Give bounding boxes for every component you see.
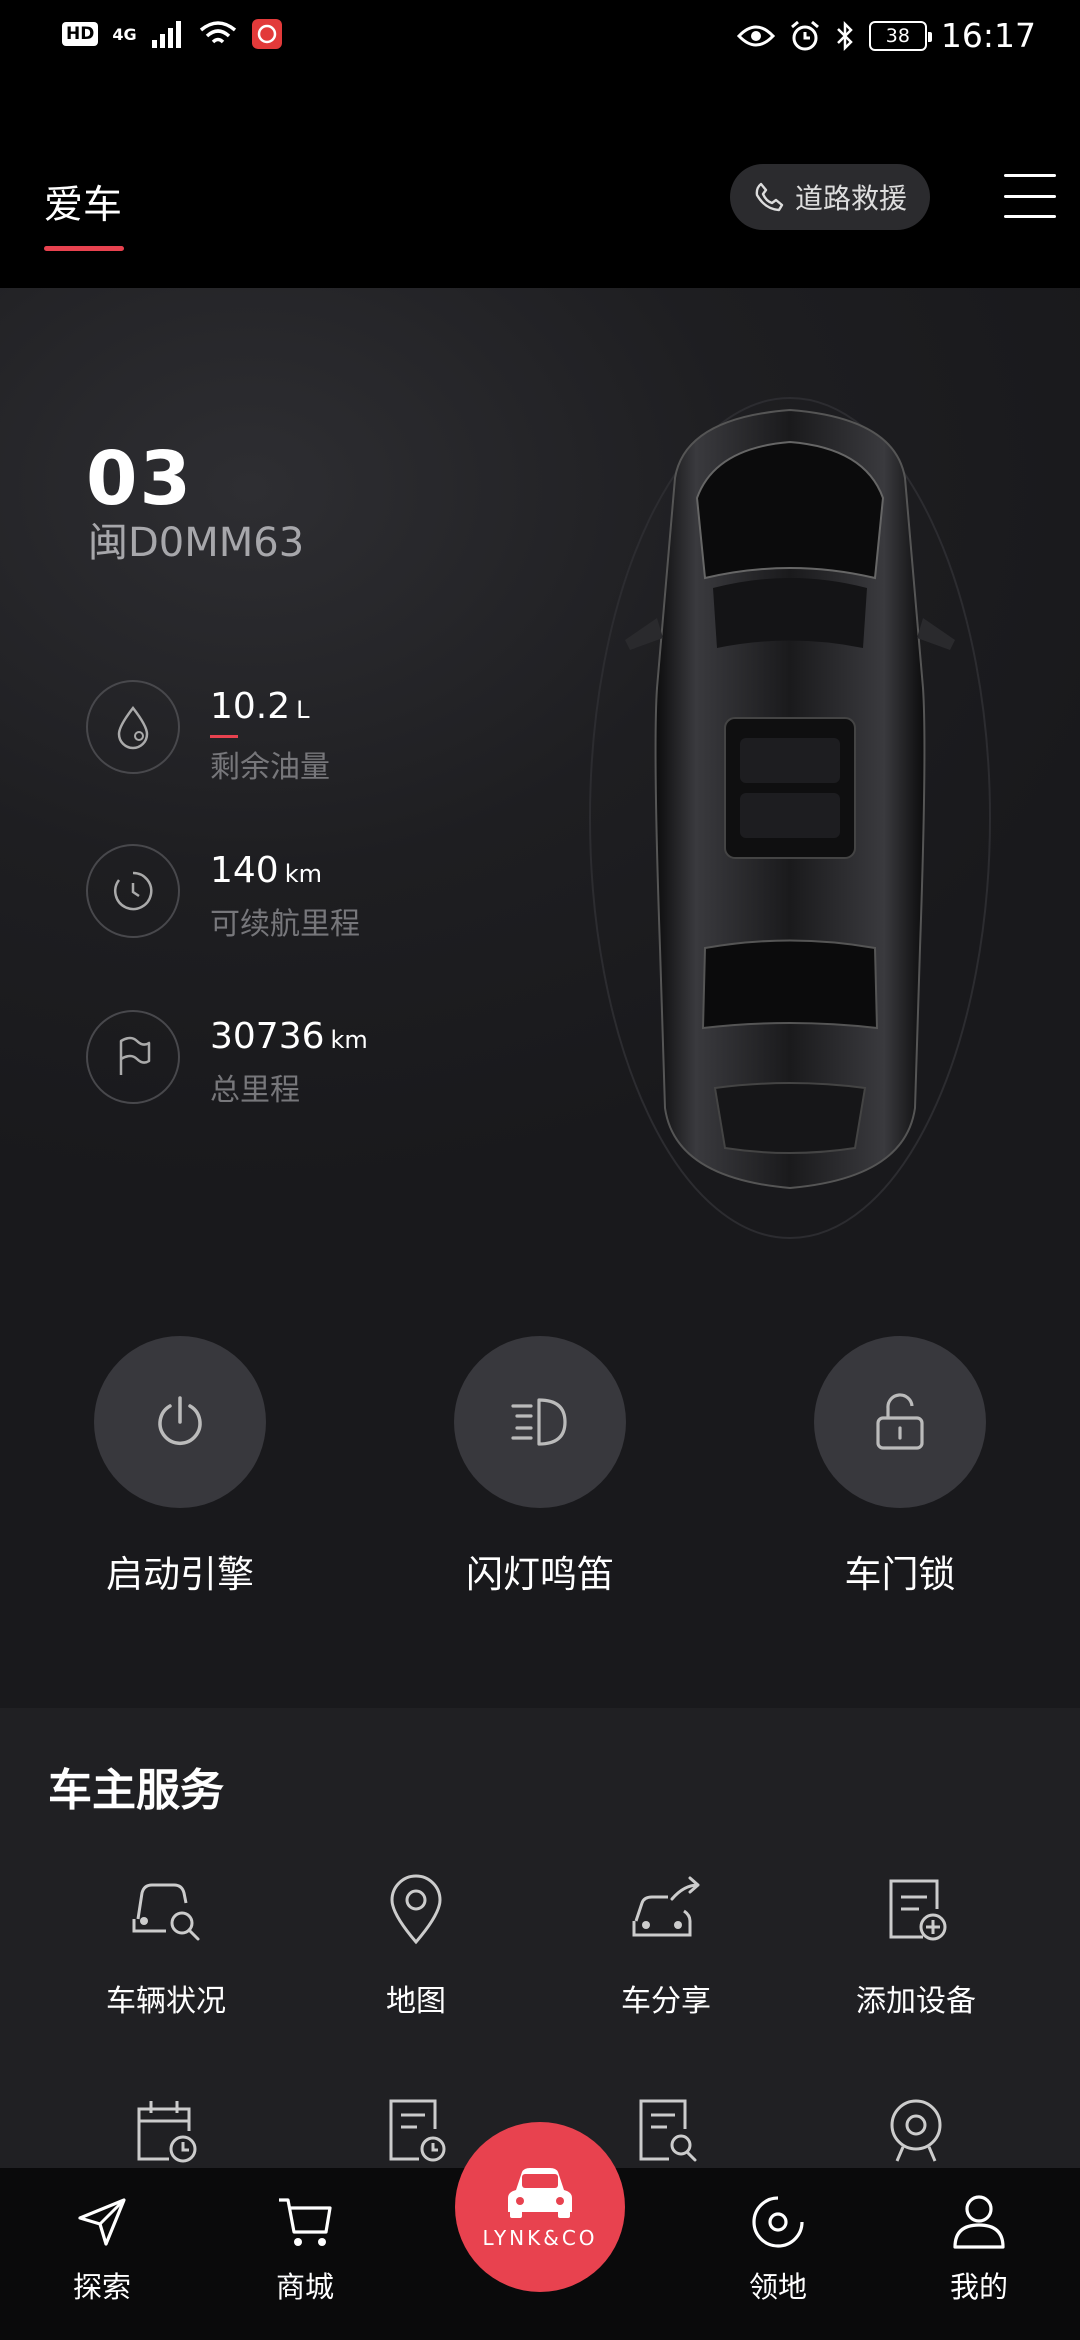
- add-device-label: 添加设备: [856, 1984, 976, 2019]
- battery-indicator: 38: [868, 20, 932, 51]
- car-share-icon: [626, 1870, 706, 1950]
- headlight-icon: [511, 1398, 567, 1446]
- flash-horn-control[interactable]: 闪灯鸣笛: [420, 1336, 660, 1598]
- nav-explore[interactable]: 探索: [37, 2190, 167, 2306]
- wifi-icon: [199, 21, 236, 44]
- phone-icon: [755, 182, 784, 212]
- door-lock-button[interactable]: [814, 1336, 986, 1508]
- center-car-button[interactable]: LYNK&CO: [455, 2122, 625, 2292]
- stat-range[interactable]: 140 km 可续航里程: [86, 844, 360, 943]
- door-lock-label: 车门锁: [844, 1553, 956, 1596]
- unlock-icon: [876, 1393, 924, 1450]
- status-right: 38 16:17: [736, 16, 1036, 55]
- flash-horn-button[interactable]: [454, 1336, 626, 1508]
- road-rescue-button[interactable]: 道路救援: [730, 164, 930, 230]
- car-search-icon: [126, 1870, 206, 1950]
- fuel-warning-mark: [210, 735, 238, 738]
- fuel-drop-icon: [86, 680, 180, 774]
- signal-icon: [151, 21, 181, 48]
- start-engine-control[interactable]: 启动引擎: [60, 1336, 300, 1598]
- user-icon: [947, 2190, 1011, 2254]
- bottom-navigation: 探索 商城 LYNK&CO 领地 我的: [0, 2122, 1080, 2340]
- start-engine-button[interactable]: [94, 1336, 266, 1508]
- target-icon: [746, 2190, 810, 2254]
- services-title: 车主服务: [48, 1765, 224, 1816]
- car-share-label: 车分享: [621, 1984, 711, 2019]
- range-label: 可续航里程: [210, 907, 360, 942]
- status-time: 16:17: [940, 16, 1036, 55]
- map-label: 地图: [386, 1984, 446, 2019]
- document-clock-icon: [376, 2090, 456, 2170]
- odometer-label: 总里程: [210, 1073, 300, 1108]
- service-row2-item-4[interactable]: [816, 2090, 1016, 2170]
- nav-explore-label: 探索: [72, 2270, 131, 2304]
- service-vehicle-status[interactable]: 车辆状况: [66, 1870, 266, 2020]
- car-icon: [508, 2168, 572, 2218]
- document-search-icon: [626, 2090, 706, 2170]
- app-header: 爱车 道路救援: [0, 78, 1080, 288]
- status-left: HD 4G: [62, 18, 283, 50]
- service-map[interactable]: 地图: [316, 1870, 516, 2020]
- brand-logo-text: LYNK&CO: [482, 2226, 598, 2250]
- stat-fuel[interactable]: 10.2 L 剩余油量: [86, 680, 330, 786]
- calendar-clock-icon: [126, 2090, 206, 2170]
- bluetooth-icon: [837, 20, 853, 51]
- nav-me[interactable]: 我的: [914, 2190, 1044, 2306]
- flag-icon: [86, 1010, 180, 1104]
- network-label: 4G: [112, 24, 137, 44]
- vehicle-panel: 03 闽D0MM63 10.2 L 剩余油量 140 km 可续航里程 3073…: [0, 288, 1080, 1708]
- fuel-unit: L: [296, 696, 310, 724]
- start-engine-label: 启动引擎: [106, 1553, 254, 1596]
- map-pin-icon: [376, 1870, 456, 1950]
- hd-badge: HD: [62, 22, 99, 46]
- nav-territory-label: 领地: [748, 2270, 807, 2304]
- status-bar: HD 4G 38 16:17: [0, 0, 1080, 78]
- range-value: 140: [210, 850, 279, 891]
- menu-icon[interactable]: [1004, 174, 1056, 218]
- odometer-value: 30736: [210, 1016, 325, 1057]
- service-car-share[interactable]: 车分享: [566, 1870, 766, 2020]
- add-device-icon: [876, 1870, 956, 1950]
- fuel-value: 10.2: [210, 686, 291, 727]
- send-icon: [70, 2190, 134, 2254]
- owner-services-section: 车主服务 车辆状况 地图 车分享 添加设备: [0, 1708, 1080, 2168]
- door-lock-control[interactable]: 车门锁: [780, 1336, 1020, 1598]
- odometer-unit: km: [330, 1026, 368, 1054]
- flash-horn-label: 闪灯鸣笛: [466, 1553, 614, 1596]
- nav-territory[interactable]: 领地: [713, 2190, 843, 2306]
- power-icon: [158, 1396, 202, 1445]
- range-gauge-icon: [86, 844, 180, 938]
- car-top-view-image: [589, 397, 991, 1239]
- nav-mall-label: 商城: [275, 2270, 334, 2304]
- range-unit: km: [284, 860, 322, 888]
- vehicle-status-label: 车辆状况: [106, 1984, 226, 2019]
- nav-mall[interactable]: 商城: [240, 2190, 370, 2306]
- camera-icon: [876, 2090, 956, 2170]
- license-plate: 闽D0MM63: [88, 520, 305, 566]
- stat-odometer[interactable]: 30736 km 总里程: [86, 1010, 368, 1109]
- eye-icon: [736, 25, 775, 46]
- nav-me-label: 我的: [949, 2270, 1008, 2304]
- app-notification-icon: [251, 19, 282, 49]
- alarm-icon: [790, 20, 819, 50]
- road-rescue-label: 道路救援: [794, 182, 907, 215]
- cart-icon: [273, 2190, 337, 2254]
- tab-my-car[interactable]: 爱车: [44, 174, 122, 230]
- service-row2-item-1[interactable]: [66, 2090, 266, 2170]
- fuel-label: 剩余油量: [210, 750, 330, 785]
- active-tab-indicator: [44, 246, 124, 251]
- service-add-device[interactable]: 添加设备: [816, 1870, 1016, 2020]
